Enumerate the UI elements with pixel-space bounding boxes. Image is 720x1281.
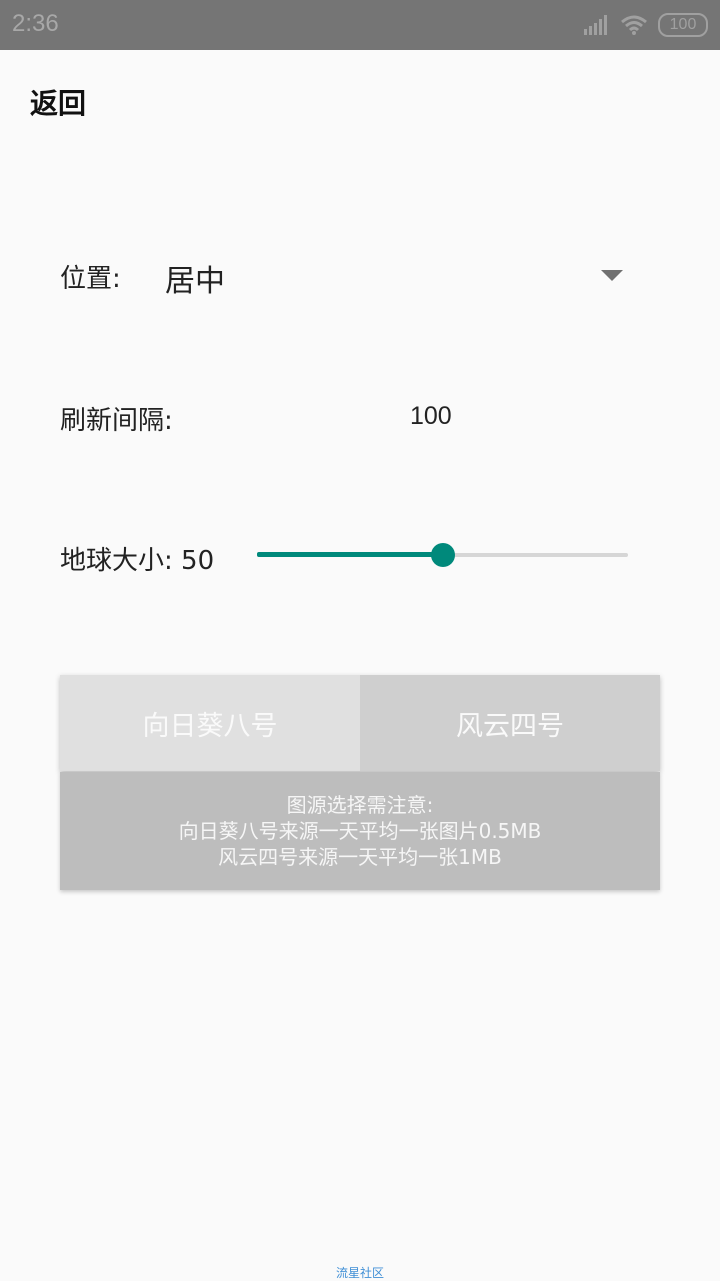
wifi-icon: [621, 15, 647, 35]
refresh-interval-input[interactable]: 100: [410, 402, 452, 431]
status-icons: 100: [584, 12, 708, 38]
position-label: 位置:: [60, 264, 121, 294]
status-time: 2:36: [12, 10, 59, 37]
back-button[interactable]: 返回: [30, 82, 86, 122]
position-select[interactable]: 居中: [165, 256, 225, 300]
slider-thumb[interactable]: [430, 543, 455, 567]
source-tabs: 向日葵八号 风云四号: [60, 675, 660, 771]
globe-size-slider[interactable]: [257, 540, 628, 570]
chevron-down-icon[interactable]: [601, 270, 623, 281]
note-line-himawari: 向日葵八号来源一天平均一张图片0.5MB: [178, 819, 542, 843]
battery-icon: 100: [658, 13, 708, 37]
footer-link[interactable]: 流星社区: [0, 1264, 720, 1281]
signal-icon: [584, 15, 607, 35]
tab-himawari-8[interactable]: 向日葵八号: [60, 675, 360, 771]
slider-fill: [257, 552, 443, 557]
status-bar: 2:36 100: [0, 0, 720, 50]
tab-fengyun-4[interactable]: 风云四号: [360, 675, 660, 771]
refresh-interval-label: 刷新间隔:: [60, 406, 173, 436]
source-note: 图源选择需注意: 向日葵八号来源一天平均一张图片0.5MB 风云四号来源一天平均…: [60, 772, 660, 890]
note-title: 图源选择需注意:: [286, 793, 434, 817]
globe-size-label: 地球大小: 50: [60, 546, 215, 576]
note-line-fengyun: 风云四号来源一天平均一张1MB: [218, 845, 502, 869]
